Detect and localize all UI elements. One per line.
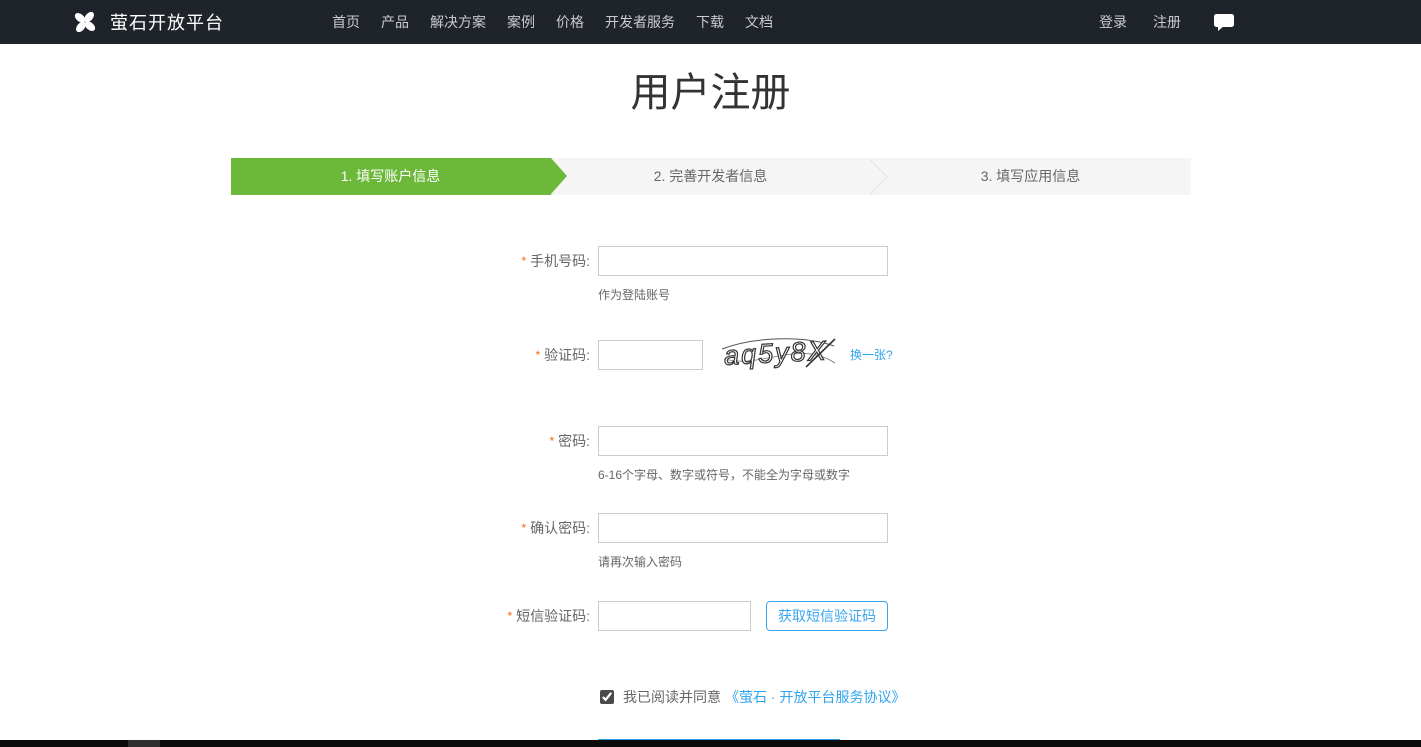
brand-name: 萤石开放平台 bbox=[110, 9, 224, 35]
phone-label: *手机号码: bbox=[0, 246, 598, 276]
confirm-password-input[interactable] bbox=[598, 513, 888, 543]
step-3-app-info: 3. 填写应用信息 bbox=[871, 158, 1191, 195]
main-nav: 首页 产品 解决方案 案例 价格 开发者服务 下载 文档 bbox=[332, 12, 773, 32]
captcha-input[interactable] bbox=[598, 340, 703, 370]
header-right: 登录 注册 bbox=[1099, 12, 1421, 32]
phone-hint: 作为登陆账号 bbox=[598, 288, 1421, 302]
screen-bottom-edge-segment bbox=[128, 740, 160, 747]
captcha-refresh-link[interactable]: 换一张? bbox=[850, 346, 893, 363]
captcha-image[interactable]: aq5y8X bbox=[718, 333, 838, 376]
password-hint: 6-16个字母、数字或符号，不能全为字母或数字 bbox=[598, 468, 1421, 482]
page-title: 用户注册 bbox=[0, 70, 1421, 116]
nav-item-developer-services[interactable]: 开发者服务 bbox=[605, 12, 675, 32]
registration-steps: 1. 填写账户信息 2. 完善开发者信息 3. 填写应用信息 bbox=[231, 158, 1191, 195]
required-mark: * bbox=[521, 521, 526, 535]
nav-item-pricing[interactable]: 价格 bbox=[556, 12, 584, 32]
register-link[interactable]: 注册 bbox=[1153, 12, 1181, 32]
captcha-field-block: *验证码: aq5y8X 换一张? bbox=[0, 333, 1421, 376]
required-mark: * bbox=[507, 609, 512, 623]
password-field-block: *密码: 6-16个字母、数字或符号，不能全为字母或数字 bbox=[0, 426, 1421, 482]
agreement-link[interactable]: 《萤石 · 开放平台服务协议》 bbox=[725, 687, 905, 707]
top-nav-bar: 萤石开放平台 首页 产品 解决方案 案例 价格 开发者服务 下载 文档 登录 注… bbox=[0, 0, 1421, 44]
phone-field-block: *手机号码: 作为登陆账号 bbox=[0, 246, 1421, 302]
sms-code-label: *短信验证码: bbox=[0, 601, 598, 631]
sms-code-field-block: *短信验证码: 获取短信验证码 bbox=[0, 601, 1421, 631]
agreement-text: 我已阅读并同意 bbox=[623, 687, 721, 707]
screen-bottom-edge bbox=[0, 740, 1421, 747]
pinwheel-logo-icon bbox=[72, 9, 98, 35]
captcha-text: aq5y8X bbox=[723, 335, 828, 370]
password-label: *密码: bbox=[0, 426, 598, 456]
sms-code-input[interactable] bbox=[598, 601, 751, 631]
nav-item-home[interactable]: 首页 bbox=[332, 12, 360, 32]
required-mark: * bbox=[535, 348, 540, 362]
nav-item-download[interactable]: 下载 bbox=[696, 12, 724, 32]
step-1-account-info: 1. 填写账户信息 bbox=[231, 158, 551, 195]
nav-item-cases[interactable]: 案例 bbox=[507, 12, 535, 32]
get-sms-code-button[interactable]: 获取短信验证码 bbox=[766, 601, 888, 631]
agreement-row: 我已阅读并同意 《萤石 · 开放平台服务协议》 bbox=[600, 687, 1421, 707]
registration-form: *手机号码: 作为登陆账号 *验证码: aq5y8X 换一张? bbox=[0, 246, 1421, 747]
confirm-password-hint: 请再次输入密码 bbox=[598, 555, 1421, 569]
phone-input[interactable] bbox=[598, 246, 888, 276]
nav-item-docs[interactable]: 文档 bbox=[745, 12, 773, 32]
chat-bubble-icon[interactable] bbox=[1213, 13, 1235, 32]
required-mark: * bbox=[549, 434, 554, 448]
step-2-developer-info: 2. 完善开发者信息 bbox=[551, 158, 871, 195]
confirm-password-field-block: *确认密码: 请再次输入密码 bbox=[0, 513, 1421, 569]
brand-logo[interactable]: 萤石开放平台 bbox=[72, 9, 224, 35]
login-link[interactable]: 登录 bbox=[1099, 12, 1127, 32]
nav-item-solutions[interactable]: 解决方案 bbox=[430, 12, 486, 32]
agreement-checkbox[interactable] bbox=[600, 690, 614, 704]
captcha-label: *验证码: bbox=[0, 340, 598, 370]
confirm-password-label: *确认密码: bbox=[0, 513, 598, 543]
password-input[interactable] bbox=[598, 426, 888, 456]
required-mark: * bbox=[521, 254, 526, 268]
nav-item-products[interactable]: 产品 bbox=[381, 12, 409, 32]
